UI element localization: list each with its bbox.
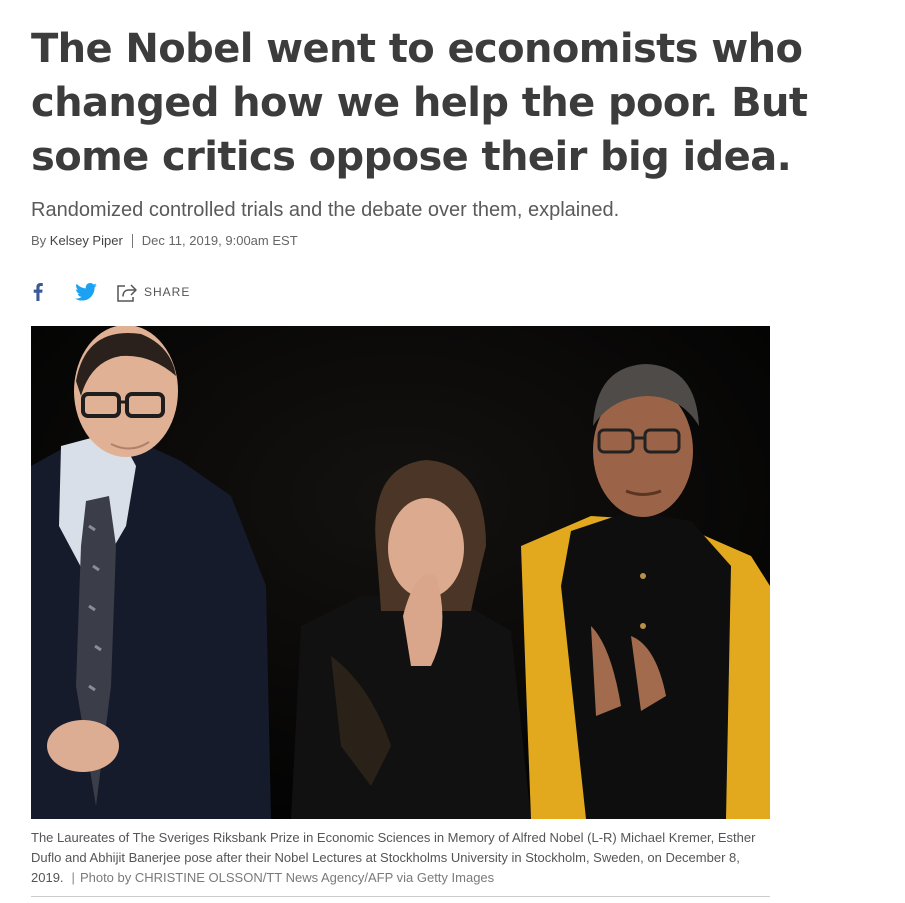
byline-prefix: By bbox=[31, 233, 47, 248]
article: The Nobel went to economists who changed… bbox=[31, 22, 891, 897]
photo-caption: The Laureates of The Sveriges Riksbank P… bbox=[31, 828, 770, 888]
headline: The Nobel went to economists who changed… bbox=[31, 26, 808, 180]
dek: Randomized controlled trials and the deb… bbox=[31, 199, 620, 221]
byline-separator bbox=[131, 234, 133, 248]
hero-photo-illustration bbox=[31, 326, 770, 819]
share-icon bbox=[117, 284, 137, 302]
caption-separator: | bbox=[71, 870, 75, 885]
share-label: SHARE bbox=[144, 285, 191, 299]
facebook-icon bbox=[33, 283, 43, 301]
facebook-share-button[interactable] bbox=[31, 281, 45, 303]
byline: By Kelsey Piper Dec 11, 2019, 9:00am EST bbox=[31, 232, 891, 250]
photo-credit: Photo by CHRISTINE OLSSON/TT News Agency… bbox=[79, 870, 495, 885]
twitter-icon bbox=[75, 283, 97, 301]
publish-date: Dec 11, 2019, 9:00am EST bbox=[141, 233, 298, 248]
share-button[interactable]: SHARE bbox=[116, 282, 190, 302]
author-link[interactable]: Kelsey Piper bbox=[50, 232, 123, 250]
twitter-share-button[interactable] bbox=[74, 281, 98, 303]
share-bar: SHARE bbox=[31, 280, 891, 304]
hero-photo bbox=[31, 326, 770, 819]
divider bbox=[31, 896, 770, 897]
